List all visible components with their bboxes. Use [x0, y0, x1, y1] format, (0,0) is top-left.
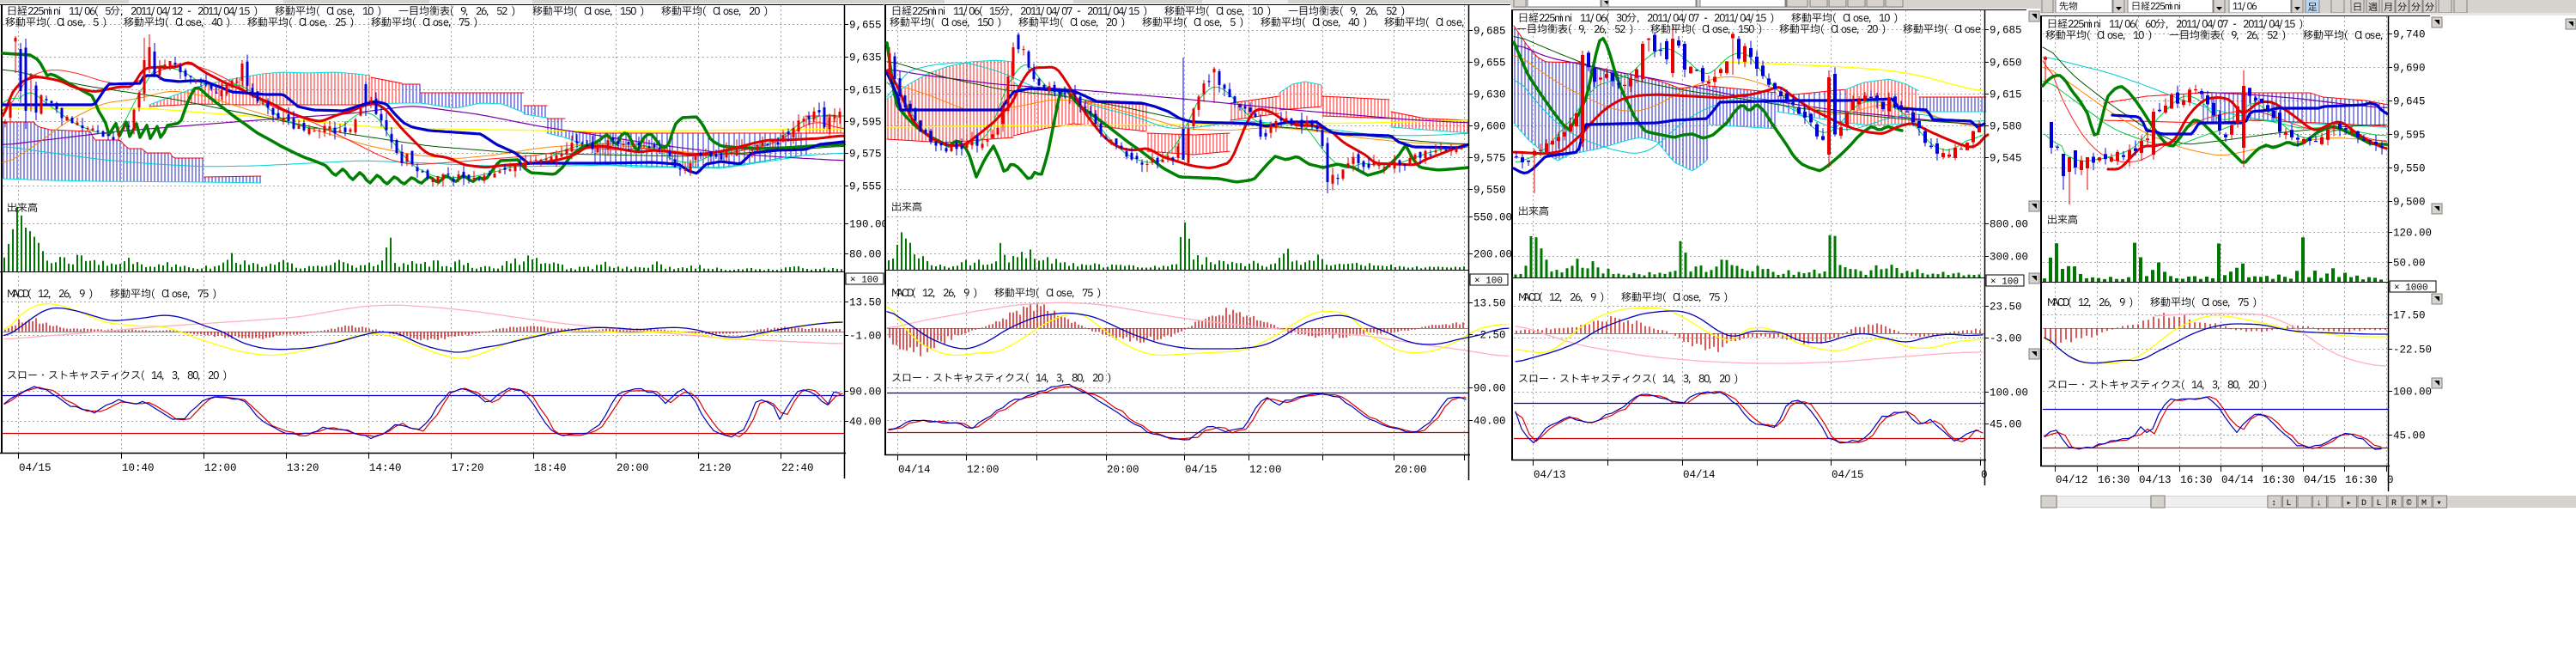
svg-text:0: 0: [2387, 474, 2394, 486]
svg-text:45.00: 45.00: [1990, 419, 2022, 431]
svg-text:100.00: 100.00: [1990, 387, 2028, 399]
svg-text:13.50: 13.50: [1473, 298, 1506, 310]
svg-text:550.00: 550.00: [1473, 212, 1512, 224]
svg-text:04/15: 04/15: [19, 462, 52, 474]
svg-text:40.00: 40.00: [849, 417, 882, 429]
svg-text:90.00: 90.00: [849, 387, 882, 399]
svg-text:9,555: 9,555: [849, 181, 882, 193]
svg-text:800.00: 800.00: [1990, 219, 2028, 231]
svg-text:120.00: 120.00: [2393, 228, 2432, 240]
svg-text:50.00: 50.00: [2393, 258, 2426, 270]
svg-text:9,550: 9,550: [2393, 163, 2426, 175]
svg-text:17.50: 17.50: [2393, 310, 2426, 322]
svg-text:0: 0: [1981, 469, 1988, 481]
svg-text:× 100: × 100: [850, 276, 878, 286]
svg-text:17:20: 17:20: [452, 462, 484, 474]
svg-text:10:40: 10:40: [122, 462, 155, 474]
svg-text:04/13: 04/13: [2139, 474, 2172, 486]
svg-text:100.00: 100.00: [2393, 387, 2432, 399]
svg-text:12:00: 12:00: [204, 462, 237, 474]
svg-text:80.00: 80.00: [849, 249, 882, 261]
svg-text:↕: ↕: [2271, 499, 2276, 509]
svg-text:9,650: 9,650: [1990, 58, 2022, 70]
svg-text:9,575: 9,575: [1473, 153, 1506, 165]
svg-text:9,550: 9,550: [1473, 185, 1506, 197]
svg-text:18:40: 18:40: [534, 462, 567, 474]
svg-text:D: D: [2361, 499, 2366, 509]
svg-text:9,635: 9,635: [849, 52, 882, 64]
svg-text:04/15: 04/15: [2304, 474, 2336, 486]
svg-text:× 100: × 100: [1990, 277, 2019, 288]
svg-text:× 1000: × 1000: [2394, 283, 2428, 294]
svg-text:9,600: 9,600: [1473, 121, 1506, 133]
svg-text:©: ©: [2407, 498, 2412, 509]
svg-text:16:30: 16:30: [2180, 474, 2213, 486]
svg-text:16:30: 16:30: [2098, 474, 2130, 486]
svg-text:9,595: 9,595: [2393, 130, 2426, 142]
svg-text:L: L: [2287, 499, 2292, 509]
svg-text:9,685: 9,685: [1990, 25, 2022, 37]
svg-text:04/14: 04/14: [898, 464, 931, 476]
svg-text:▾: ▾: [2437, 499, 2442, 509]
svg-text:40.00: 40.00: [1473, 416, 1506, 428]
svg-text:22:40: 22:40: [781, 462, 814, 474]
svg-text:200.00: 200.00: [1473, 249, 1512, 261]
svg-text:190.00: 190.00: [849, 219, 888, 231]
svg-text:04/12: 04/12: [2056, 474, 2088, 486]
svg-text:20:00: 20:00: [1107, 464, 1139, 476]
svg-text:9,615: 9,615: [849, 85, 882, 97]
svg-text:13:20: 13:20: [287, 462, 319, 474]
svg-text:9,655: 9,655: [849, 20, 882, 32]
svg-text:04/15: 04/15: [1185, 464, 1218, 476]
svg-text:04/14: 04/14: [2221, 474, 2254, 486]
svg-text:9,580: 9,580: [1990, 121, 2022, 133]
svg-text:× 100: × 100: [1474, 277, 1503, 287]
svg-text:13.50: 13.50: [849, 297, 882, 309]
svg-text:9,545: 9,545: [1990, 153, 2022, 165]
svg-text:9,645: 9,645: [2393, 96, 2426, 108]
svg-text:90.00: 90.00: [1473, 383, 1506, 395]
svg-text:9,630: 9,630: [1473, 89, 1506, 101]
svg-text:▸: ▸: [2347, 499, 2352, 509]
svg-text:9,595: 9,595: [849, 117, 882, 129]
svg-text:9,740: 9,740: [2393, 29, 2426, 41]
svg-text:-3.00: -3.00: [1990, 333, 2022, 345]
svg-text:12:00: 12:00: [967, 464, 999, 476]
svg-text:45.00: 45.00: [2393, 430, 2426, 442]
svg-text:↓: ↓: [2317, 499, 2322, 509]
svg-text:16:30: 16:30: [2263, 474, 2295, 486]
svg-text:20:00: 20:00: [1394, 464, 1427, 476]
svg-text:300.00: 300.00: [1990, 252, 2028, 264]
svg-text:-1.00: -1.00: [849, 331, 882, 343]
svg-text:L: L: [2377, 499, 2382, 509]
svg-text:04/15: 04/15: [1832, 469, 1864, 481]
svg-text:04/13: 04/13: [1534, 469, 1566, 481]
svg-text:-2.50: -2.50: [1473, 330, 1506, 342]
svg-text:20:00: 20:00: [617, 462, 649, 474]
svg-text:16:30: 16:30: [2345, 474, 2378, 486]
svg-text:9,690: 9,690: [2393, 63, 2426, 75]
svg-text:23.50: 23.50: [1990, 302, 2022, 314]
svg-text:04/14: 04/14: [1683, 469, 1716, 481]
svg-text:9,685: 9,685: [1473, 26, 1506, 38]
svg-text:9,615: 9,615: [1990, 89, 2022, 101]
svg-text:-22.50: -22.50: [2393, 344, 2432, 357]
svg-text:12:00: 12:00: [1249, 464, 1282, 476]
svg-text:21:20: 21:20: [699, 462, 732, 474]
svg-text:9,500: 9,500: [2393, 197, 2426, 209]
svg-text:14:40: 14:40: [369, 462, 402, 474]
svg-text:R: R: [2391, 499, 2397, 509]
svg-text:M: M: [2421, 499, 2427, 509]
svg-text:9,655: 9,655: [1473, 58, 1506, 70]
svg-text:9,575: 9,575: [849, 149, 882, 161]
